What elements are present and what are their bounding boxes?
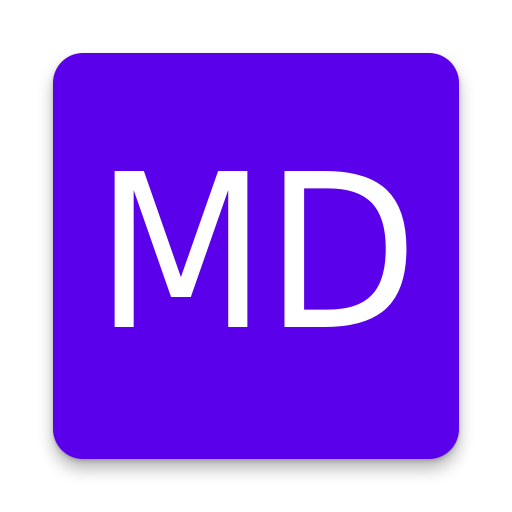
app-icon-monogram: MD — [95, 129, 418, 378]
app-icon[interactable]: MD — [53, 53, 459, 459]
